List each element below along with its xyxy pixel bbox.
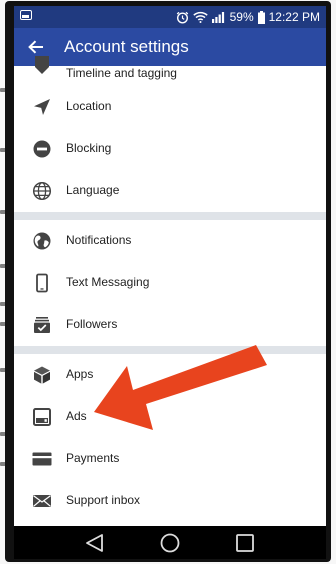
section-divider bbox=[14, 346, 326, 354]
list-item-apps[interactable]: Apps bbox=[14, 354, 326, 396]
location-arrow-icon bbox=[34, 99, 50, 115]
wifi-icon bbox=[192, 11, 208, 23]
list-item-label: Blocking bbox=[66, 141, 112, 155]
list-item-blocking[interactable]: Blocking bbox=[14, 128, 326, 170]
mail-icon bbox=[33, 495, 51, 507]
battery-percent: 59% bbox=[229, 10, 254, 24]
back-triangle-icon[interactable] bbox=[83, 531, 107, 555]
list-item-label: Payments bbox=[66, 451, 120, 465]
alarm-icon bbox=[176, 11, 188, 24]
list-item-label: Language bbox=[66, 183, 120, 197]
photo-notification-icon bbox=[20, 10, 32, 20]
status-icons: 59% 12:22 PM bbox=[176, 9, 320, 25]
home-circle-icon[interactable] bbox=[158, 531, 182, 555]
phone-frame: 59% 12:22 PM Account settings Timeline a… bbox=[5, 1, 331, 562]
list-item-label: Apps bbox=[66, 367, 94, 381]
list-item-support-inbox[interactable]: Support inbox bbox=[14, 480, 326, 522]
card-icon bbox=[32, 452, 52, 466]
block-icon bbox=[33, 140, 51, 158]
list-item-notifications[interactable]: Notifications bbox=[14, 220, 326, 262]
recents-square-icon[interactable] bbox=[233, 531, 257, 555]
list-item-label: Followers bbox=[66, 317, 118, 331]
cube-icon bbox=[34, 366, 50, 384]
ads-icon bbox=[33, 408, 51, 426]
navigation-bar bbox=[14, 526, 326, 559]
list-item-label: Ads bbox=[66, 409, 87, 423]
list-item-label: Location bbox=[66, 99, 112, 113]
app-bar: Account settings bbox=[14, 28, 326, 66]
list-item-language[interactable]: Language bbox=[14, 170, 326, 212]
globe-icon bbox=[32, 181, 52, 201]
list-item-label: Notifications bbox=[66, 233, 132, 247]
list-item-location[interactable]: Location bbox=[14, 86, 326, 128]
list-item-label: Support inbox bbox=[66, 493, 141, 507]
list-item-ads[interactable]: Ads bbox=[14, 396, 326, 438]
back-arrow-icon[interactable] bbox=[26, 37, 46, 57]
list-item-payments[interactable]: Payments bbox=[14, 438, 326, 480]
section-divider bbox=[14, 212, 326, 220]
clock: 12:22 PM bbox=[268, 10, 320, 24]
list-item-label: Text Messaging bbox=[66, 275, 150, 289]
list-item-label: Timeline and tagging bbox=[66, 66, 177, 80]
list-item-text-messaging[interactable]: Text Messaging bbox=[14, 262, 326, 304]
status-bar: 59% 12:22 PM bbox=[14, 6, 326, 28]
globe-filled-icon bbox=[33, 232, 51, 250]
signal-icon bbox=[211, 12, 224, 23]
phone-screen: 59% 12:22 PM Account settings Timeline a… bbox=[14, 6, 326, 559]
phone-icon bbox=[36, 273, 48, 293]
followers-icon bbox=[34, 317, 50, 333]
list-item-timeline-and-tagging[interactable]: Timeline and tagging bbox=[14, 56, 326, 86]
settings-list: Timeline and tagging Location Blocking L… bbox=[14, 56, 326, 522]
timeline-icon bbox=[35, 56, 49, 74]
page-title: Account settings bbox=[64, 37, 189, 56]
battery-icon bbox=[257, 10, 265, 24]
list-item-followers[interactable]: Followers bbox=[14, 304, 326, 346]
